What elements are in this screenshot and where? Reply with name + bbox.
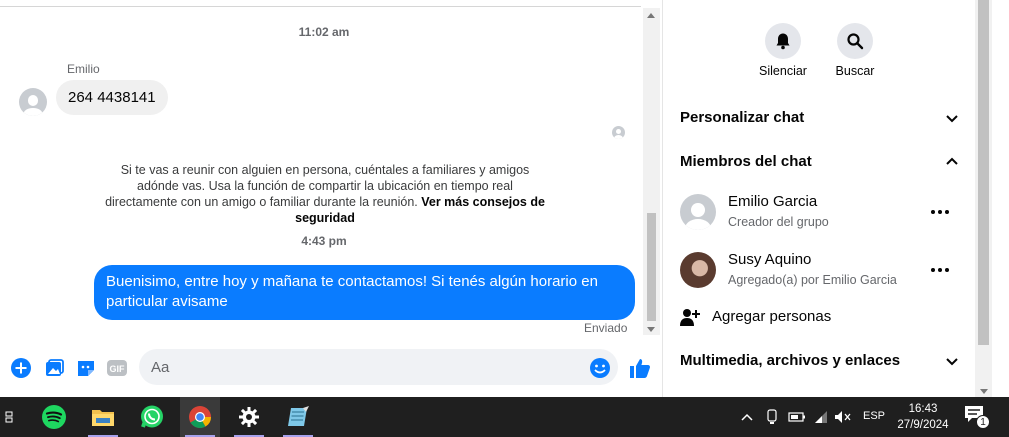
search-button[interactable]	[837, 23, 873, 59]
add-person-icon	[680, 309, 700, 326]
gif-icon[interactable]: GIF	[106, 357, 128, 379]
panel-header-partial	[706, 0, 746, 2]
notepad-icon[interactable]	[278, 397, 318, 437]
member-options-button[interactable]	[928, 204, 952, 220]
chat-members-section[interactable]: Miembros del chat	[680, 150, 960, 174]
member-avatar[interactable]	[680, 194, 716, 230]
emoji-icon[interactable]	[589, 357, 611, 379]
scroll-thumb[interactable]	[978, 0, 989, 345]
bell-icon	[776, 33, 790, 50]
panel-scrollbar[interactable]	[975, 0, 992, 397]
clock-time: 16:43	[908, 403, 938, 415]
avatar[interactable]	[19, 88, 47, 116]
chevron-up-icon[interactable]	[740, 411, 754, 423]
read-receipt-avatar	[612, 126, 625, 139]
taskbar: ESP 16:43 27/9/2024 1	[0, 397, 1009, 437]
search-label: Buscar	[835, 64, 875, 78]
image-icon[interactable]	[43, 357, 65, 379]
chevron-up-icon	[946, 157, 958, 165]
chat-members-label: Miembros del chat	[680, 153, 812, 170]
chevron-down-icon	[946, 115, 958, 123]
settings-icon[interactable]	[229, 397, 269, 437]
message-composer: GIF	[0, 345, 662, 390]
chat-info-panel: Silenciar Buscar Personalizar chat Miemb…	[662, 0, 975, 397]
notification-center-button[interactable]: 1	[964, 405, 990, 431]
spotify-icon[interactable]	[34, 397, 74, 437]
whatsapp-icon[interactable]	[132, 397, 172, 437]
chrome-icon[interactable]	[180, 397, 220, 437]
customize-chat-label: Personalizar chat	[680, 109, 805, 126]
chat-pane: 11:02 am Emilio 264 4438141 Si te vas a …	[0, 0, 662, 397]
chat-header-divider	[0, 0, 641, 7]
notification-badge: 1	[976, 415, 990, 429]
add-people-label: Agregar personas	[712, 308, 832, 325]
customize-chat-section[interactable]: Personalizar chat	[680, 106, 960, 130]
member-name[interactable]: Emilio Garcia	[728, 193, 817, 210]
language-indicator[interactable]: ESP	[863, 410, 885, 422]
member-name[interactable]: Susy Aquino	[728, 251, 811, 268]
scroll-thumb[interactable]	[647, 213, 656, 321]
clock[interactable]: 16:43 27/9/2024	[896, 401, 950, 433]
battery-icon[interactable]	[788, 411, 806, 423]
media-files-links-label: Multimedia, archivos y enlaces	[680, 352, 901, 369]
incoming-message-bubble[interactable]: 264 4438141	[56, 80, 168, 115]
file-explorer-icon[interactable]	[83, 397, 123, 437]
wifi-icon[interactable]	[813, 409, 829, 425]
add-icon[interactable]	[10, 357, 32, 379]
thumbs-up-icon[interactable]	[628, 356, 652, 380]
task-view-icon[interactable]	[0, 397, 26, 437]
message-input[interactable]	[139, 349, 618, 385]
media-files-links-section[interactable]: Multimedia, archivos y enlaces	[680, 349, 960, 373]
scroll-down-arrow[interactable]	[980, 389, 988, 394]
member-options-button[interactable]	[928, 262, 952, 278]
outgoing-message-bubble[interactable]: Buenisimo, entre hoy y mañana te contact…	[94, 265, 635, 320]
member-role: Agregado(a) por Emilio Garcia	[728, 273, 897, 287]
timestamp: 11:02 am	[298, 25, 350, 39]
page-edge	[992, 0, 1009, 397]
member-avatar[interactable]	[680, 252, 716, 288]
sent-status: Enviado	[584, 321, 628, 335]
sender-name: Emilio	[67, 62, 100, 76]
timestamp: 4:43 pm	[301, 234, 347, 248]
device-icon[interactable]	[765, 409, 779, 425]
add-people-button[interactable]: Agregar personas	[680, 305, 940, 329]
scroll-down-arrow[interactable]	[647, 327, 655, 332]
scroll-up-arrow[interactable]	[647, 13, 655, 18]
sticker-icon[interactable]	[75, 357, 97, 379]
mute-label: Silenciar	[759, 64, 807, 78]
chevron-down-icon	[946, 358, 958, 366]
member-role: Creador del grupo	[728, 215, 829, 229]
volume-muted-icon[interactable]	[834, 409, 852, 425]
clock-date: 27/9/2024	[897, 419, 949, 431]
mute-button[interactable]	[765, 23, 801, 59]
search-icon	[847, 33, 864, 50]
chat-scrollbar[interactable]	[643, 8, 660, 335]
safety-notice: Si te vas a reunir con alguien en person…	[100, 162, 550, 226]
svg-text:GIF: GIF	[110, 364, 126, 374]
